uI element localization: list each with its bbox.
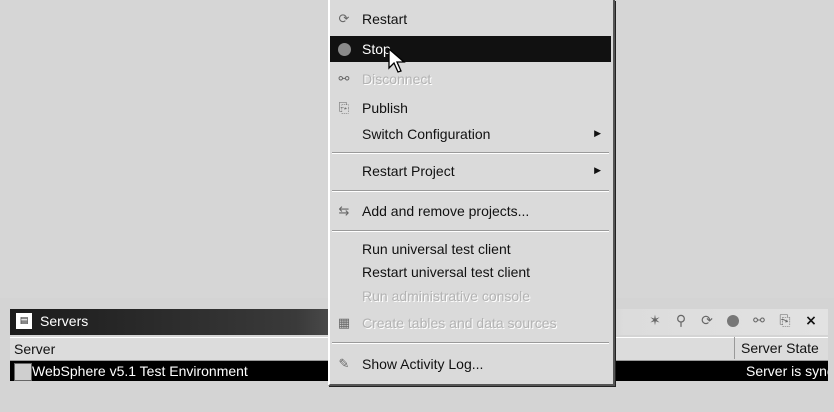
publish-icon[interactable]: ⎘ — [776, 312, 794, 330]
menu-item-stop[interactable]: Stop — [330, 36, 611, 62]
close-icon[interactable]: × — [802, 312, 820, 330]
menu-item-label: Create tables and data sources — [362, 315, 557, 331]
mouse-cursor-icon — [388, 48, 406, 73]
menu-item-show-activity-log[interactable]: ✎ Show Activity Log... — [330, 351, 611, 377]
servers-view-icon: ▤ — [16, 313, 32, 329]
menu-item-restart-project[interactable]: Restart Project ▶ — [330, 158, 611, 184]
submenu-arrow-icon: ▶ — [594, 129, 601, 139]
add-remove-projects-icon: ⇆ — [338, 203, 350, 219]
menu-item-label: Stop — [362, 41, 391, 57]
menu-item-switch-configuration[interactable]: Switch Configuration ▶ — [330, 121, 611, 147]
menu-item-label: Restart — [362, 11, 408, 27]
menu-item-label: Run universal test client — [362, 241, 511, 257]
publish-icon: ⎘ — [338, 100, 350, 116]
server-name: WebSphere v5.1 Test Environment — [32, 363, 248, 379]
stop-icon — [336, 41, 352, 57]
activity-log-icon: ✎ — [338, 356, 350, 372]
profile-icon[interactable]: ⚲ — [672, 312, 690, 330]
server-icon — [14, 363, 32, 381]
debug-icon[interactable]: ✶ — [646, 312, 664, 330]
menu-item-disconnect[interactable]: ⚯ Disconnect — [330, 66, 611, 92]
menu-item-label: Restart universal test client — [362, 264, 531, 280]
create-tables-icon: ▦ — [337, 315, 351, 331]
menu-separator — [332, 230, 609, 232]
restart-icon[interactable]: ⟳ — [698, 312, 716, 330]
menu-item-restart-universal-test-client[interactable]: Restart universal test client — [330, 259, 611, 285]
menu-item-restart[interactable]: ⟳ Restart — [330, 6, 611, 32]
stop-icon[interactable] — [724, 312, 742, 330]
column-header-server[interactable]: Server — [14, 341, 55, 357]
menu-item-label: Restart Project — [362, 163, 455, 179]
column-header-server-state[interactable]: Server State — [734, 337, 834, 359]
server-state: Server is synchronized — [746, 363, 828, 379]
menu-item-create-tables[interactable]: ▦ Create tables and data sources — [330, 310, 611, 336]
menu-item-label: Run administrative console — [362, 288, 531, 304]
submenu-arrow-icon: ▶ — [594, 166, 601, 176]
context-menu: ⟳ Restart Stop ⚯ Disconnect ⎘ Publish Sw… — [328, 0, 615, 386]
menu-separator — [332, 342, 609, 344]
menu-item-publish[interactable]: ⎘ Publish — [330, 95, 611, 121]
menu-item-run-admin-console[interactable]: Run administrative console — [330, 283, 611, 309]
disconnect-icon: ⚯ — [338, 71, 350, 87]
menu-item-label: Show Activity Log... — [362, 356, 484, 372]
menu-separator — [332, 152, 609, 154]
servers-view-title: ▤ Servers — [16, 313, 88, 329]
menu-item-label: Publish — [362, 100, 408, 116]
restart-icon: ⟳ — [338, 11, 350, 27]
menu-item-label: Switch Configuration — [362, 126, 491, 142]
menu-separator — [332, 190, 609, 192]
menu-item-label: Add and remove projects... — [362, 203, 530, 219]
servers-view-title-label: Servers — [40, 313, 89, 329]
menu-item-add-remove-projects[interactable]: ⇆ Add and remove projects... — [330, 198, 611, 224]
disconnect-icon[interactable]: ⚯ — [750, 312, 768, 330]
servers-view-toolbar: ✶ ⚲ ⟳ ⚯ ⎘ × — [646, 312, 820, 330]
